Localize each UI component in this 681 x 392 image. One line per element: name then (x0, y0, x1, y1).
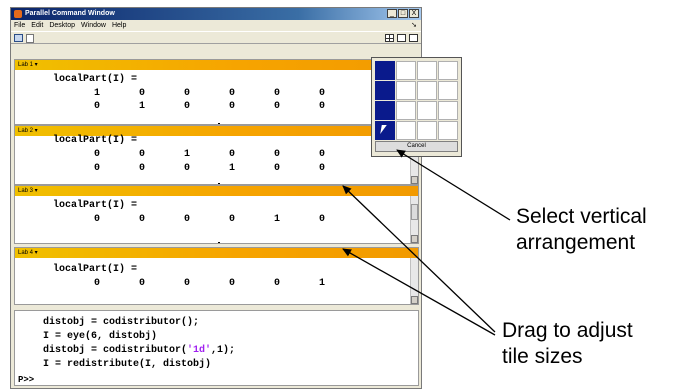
arrow-to-tile-popup (396, 149, 511, 221)
callout-select-line2: arrangement (516, 231, 636, 254)
callout-drag-line2: tile sizes (502, 345, 583, 368)
arrow-to-lab4-splitter (342, 248, 496, 336)
arrow-to-lab3-splitter (342, 185, 496, 333)
callout-drag-line1: Drag to adjust (502, 319, 633, 342)
callout-select-line1: Select vertical (516, 205, 647, 228)
